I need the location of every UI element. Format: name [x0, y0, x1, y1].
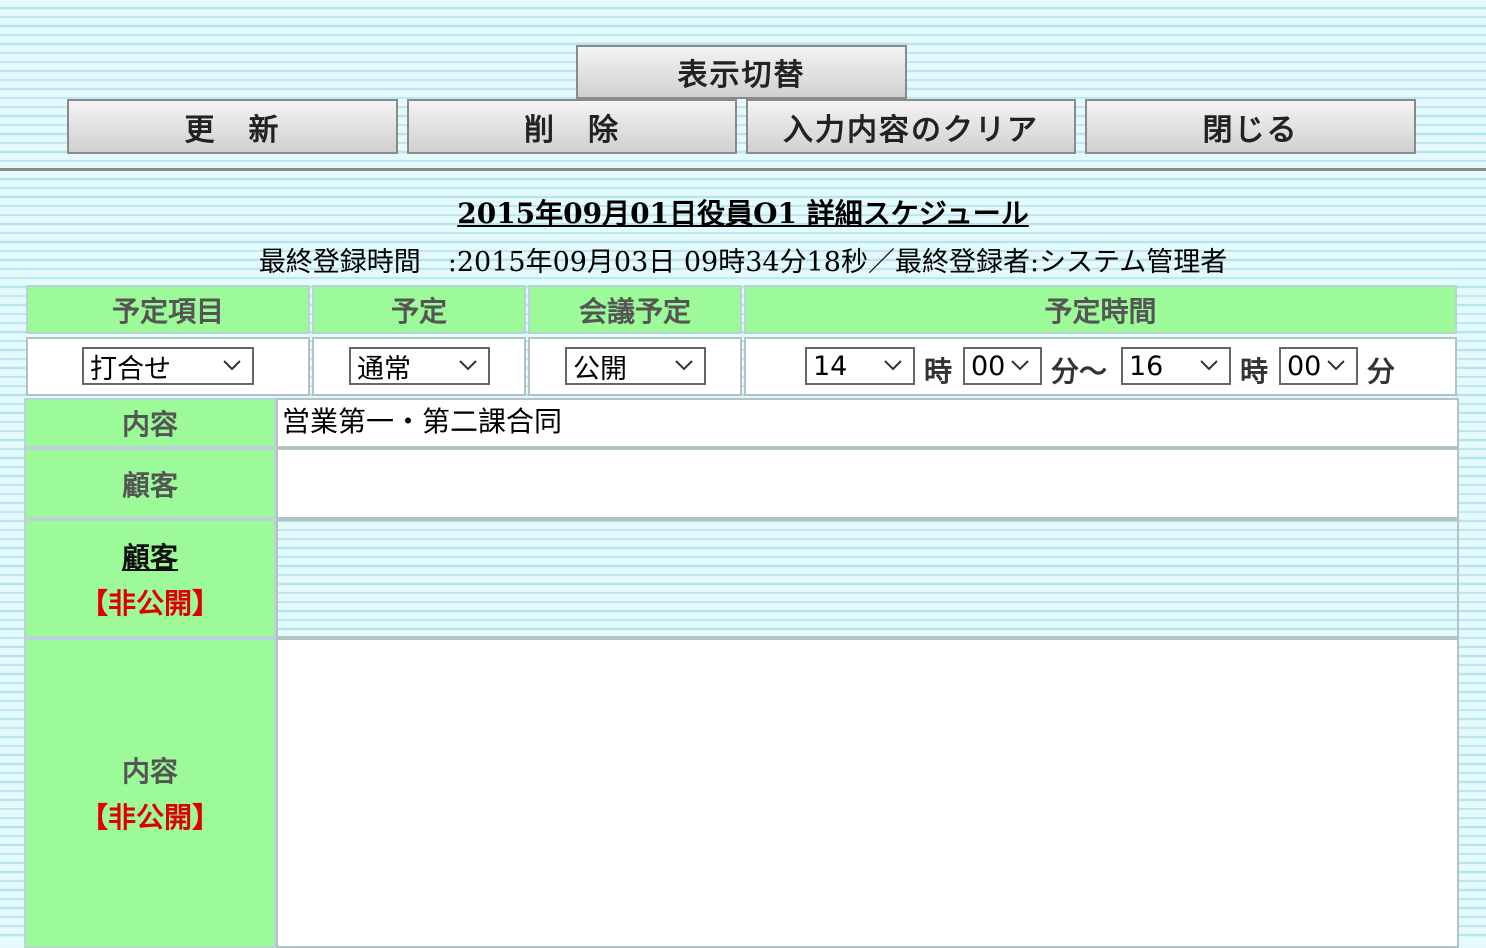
end-hour-select[interactable]: 16 — [1121, 347, 1231, 385]
schedule-item-select[interactable]: 打合せ — [82, 347, 254, 385]
divider — [0, 168, 1486, 171]
update-button[interactable]: 更 新 — [67, 99, 398, 154]
private-tag: 【非公開】 — [79, 801, 220, 834]
schedule-type-value: 通常 — [357, 353, 411, 385]
schedule-item-value: 打合せ — [90, 353, 171, 385]
header-schedule-type: 予定 — [312, 285, 526, 334]
content-input-value: 営業第一・第二課合同 — [282, 405, 563, 438]
delete-button[interactable]: 削 除 — [407, 99, 737, 154]
content-input[interactable]: 営業第一・第二課合同 — [276, 398, 1459, 448]
schedule-type-select[interactable]: 通常 — [349, 347, 490, 385]
private-content-label: 内容 【非公開】 — [24, 638, 276, 948]
chevron-down-icon — [223, 360, 241, 371]
end-minute-value: 00 — [1287, 350, 1322, 382]
chevron-down-icon — [884, 360, 902, 371]
meeting-visibility-select[interactable]: 公開 — [565, 347, 706, 385]
chevron-down-icon — [675, 360, 693, 371]
private-content-textarea[interactable] — [276, 638, 1459, 948]
header-schedule-time: 予定時間 — [744, 285, 1457, 334]
private-tag: 【非公開】 — [79, 586, 220, 620]
private-content-label-text: 内容 — [121, 755, 178, 788]
customer-label: 顧客 — [24, 448, 276, 519]
start-hour-select[interactable]: 14 — [805, 347, 915, 385]
chevron-down-icon — [1011, 360, 1029, 371]
last-registered-info: 最終登録時間 :2015年09月03日 09時34分18秒／最終登録者:システム… — [258, 247, 1228, 278]
private-customer-field — [276, 519, 1459, 638]
private-customer-label: 顧客 【非公開】 — [24, 519, 276, 638]
minute-unit-label: 分 — [1367, 355, 1396, 388]
meeting-visibility-value: 公開 — [573, 353, 627, 385]
close-button[interactable]: 閉じる — [1085, 99, 1416, 154]
minute-range-label: 分～ — [1051, 355, 1108, 388]
chevron-down-icon — [459, 360, 477, 371]
start-hour-value: 14 — [813, 350, 848, 382]
toggle-display-button[interactable]: 表示切替 — [576, 45, 907, 99]
start-minute-select[interactable]: 00 — [963, 347, 1042, 385]
clear-input-button[interactable]: 入力内容のクリア — [746, 99, 1076, 154]
content-label: 内容 — [24, 398, 276, 448]
private-customer-label-text: 顧客 — [121, 540, 178, 574]
chevron-down-icon — [1327, 360, 1345, 371]
page-title: 2015年09月01日役員O1 詳細スケジュール — [457, 197, 1029, 230]
hour-unit-label: 時 — [924, 355, 953, 388]
end-hour-value: 16 — [1129, 350, 1164, 382]
hour-unit-label: 時 — [1240, 355, 1269, 388]
customer-input[interactable] — [276, 448, 1459, 519]
chevron-down-icon — [1200, 360, 1218, 371]
end-minute-select[interactable]: 00 — [1279, 347, 1358, 385]
header-schedule-item: 予定項目 — [26, 285, 310, 334]
start-minute-value: 00 — [971, 350, 1006, 382]
header-meeting: 会議予定 — [528, 285, 742, 334]
